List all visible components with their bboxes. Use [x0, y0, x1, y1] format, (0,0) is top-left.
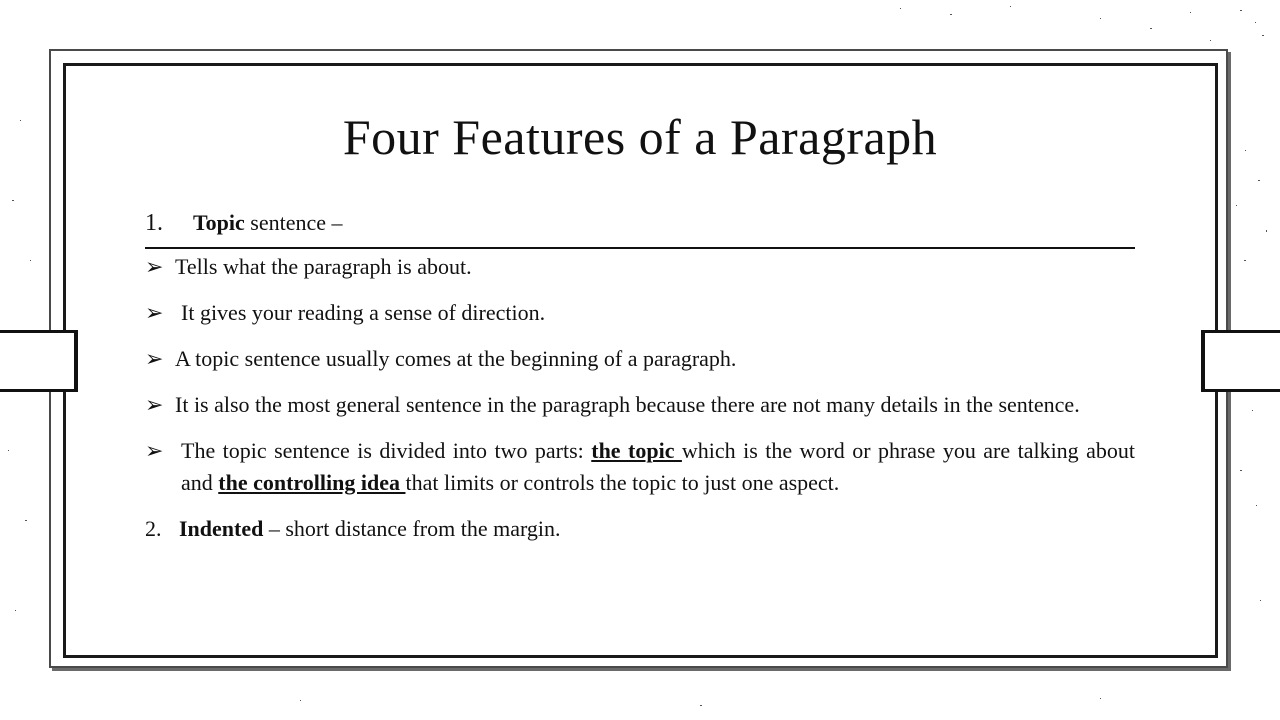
item-1-topic-sentence: 1. Topic sentence –: [145, 205, 1135, 249]
bullet-text: It is also the most general sentence in …: [175, 392, 1080, 417]
left-frame-tab: [0, 330, 78, 392]
arrow-bullet-icon: ➢: [145, 300, 164, 325]
bullet-5-after: that limits or controls the topic to jus…: [405, 470, 840, 495]
item-1-rest: sentence –: [244, 210, 343, 235]
bullet-item: ➢ It gives your reading a sense of direc…: [145, 297, 1135, 329]
bullet-text: A topic sentence usually comes at the be…: [175, 346, 737, 371]
item-2-indented: 2. Indented – short distance from the ma…: [145, 513, 1135, 545]
bullet-item: ➢ A topic sentence usually comes at the …: [145, 343, 1135, 375]
bullet-text: Tells what the paragraph is about.: [175, 254, 472, 279]
slide-title: Four Features of a Paragraph: [342, 109, 938, 165]
arrow-bullet-icon: ➢: [145, 346, 164, 371]
arrow-bullet-icon: ➢: [145, 254, 164, 279]
item-2-number: 2.: [145, 516, 162, 541]
right-frame-tab: [1201, 330, 1280, 392]
item-1-term: Topic: [193, 210, 245, 235]
bullet-5-before: The topic sentence is divided into two p…: [181, 438, 592, 463]
bullet-item-topic-parts: ➢ The topic sentence is divided into two…: [145, 435, 1135, 499]
term-the-topic: the topic: [591, 438, 682, 463]
slide-content: 1. Topic sentence – ➢ Tells what the par…: [145, 205, 1135, 545]
arrow-bullet-icon: ➢: [145, 392, 164, 417]
term-controlling-idea: the controlling idea: [218, 470, 406, 495]
item-2-term: Indented: [179, 516, 264, 541]
bullet-text: The topic sentence is divided into two p…: [175, 435, 1135, 499]
bullet-item: ➢ It is also the most general sentence i…: [145, 389, 1135, 421]
item-1-number: 1.: [145, 210, 163, 236]
bullet-item: ➢ Tells what the paragraph is about.: [145, 251, 1135, 283]
arrow-bullet-icon: ➢: [145, 438, 164, 463]
item-2-rest: – short distance from the margin.: [263, 516, 561, 541]
bullet-text: It gives your reading a sense of directi…: [181, 300, 546, 325]
